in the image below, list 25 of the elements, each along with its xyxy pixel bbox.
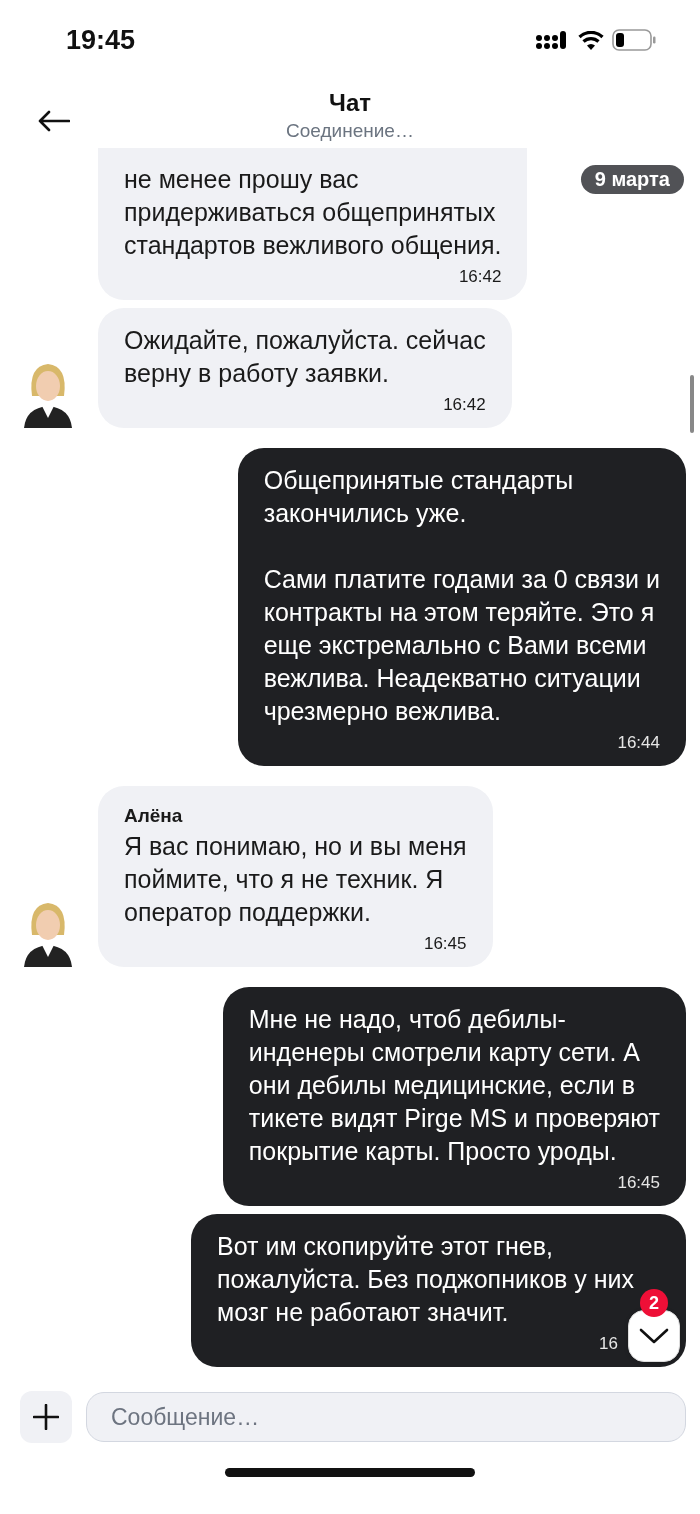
chat-title: Чат <box>329 88 371 118</box>
attach-button[interactable] <box>20 1391 72 1443</box>
message-time: 16:42 <box>443 394 486 416</box>
message-text: Вот им скопируйте этот гнев, пожалуйста. Без поджопников у них мозг не работают значит. <box>217 1231 634 1328</box>
message-field[interactable]: Сообщение… <box>86 1392 686 1442</box>
message-text: Я вас понимаю, но и вы меня поймите, что я не техник. Я оператор поддержки. <box>124 831 467 928</box>
back-arrow-icon[interactable] <box>38 110 70 132</box>
chevron-down-icon <box>639 1328 669 1344</box>
message-text: Общепринятые стандарты закончились уже. Сами платите годами за 0 связи и контракты на этом теряйте. Это я еще экстремально с Вами всеми вежлива. Неадекватно ситуации чрезмерно вежлива. <box>263 465 660 727</box>
message-time: 16:42 <box>458 266 502 288</box>
message-text: Мне не надо, чтоб дебилы- инденеры смотрели карту сети. А они дебилы медицинские, если в тикете видят Pirge MS и проверяют покрытие карты. Просто уроды. <box>248 1004 660 1167</box>
connection-status: Соединение… <box>286 119 414 143</box>
plus-icon <box>33 1404 59 1430</box>
message-text: не менее прошу вас придерживаться общепринятых стандартов вежливого общения. <box>124 164 502 261</box>
message-time: 16:45 <box>423 933 467 955</box>
sender-name: Алёна <box>124 804 183 828</box>
status-time: 19:45 <box>66 24 136 56</box>
message-time: 16:44 <box>617 732 660 754</box>
battery-icon <box>612 29 656 51</box>
date-label: 9 марта <box>580 165 684 194</box>
scrollbar <box>690 375 694 433</box>
message-time: 16 <box>599 1333 618 1355</box>
message-text: Ожидайте, пожалуйста. сейчас верну в работу заявки. <box>124 325 486 389</box>
wifi-icon <box>578 30 604 50</box>
message-time: 16:45 <box>617 1172 660 1194</box>
